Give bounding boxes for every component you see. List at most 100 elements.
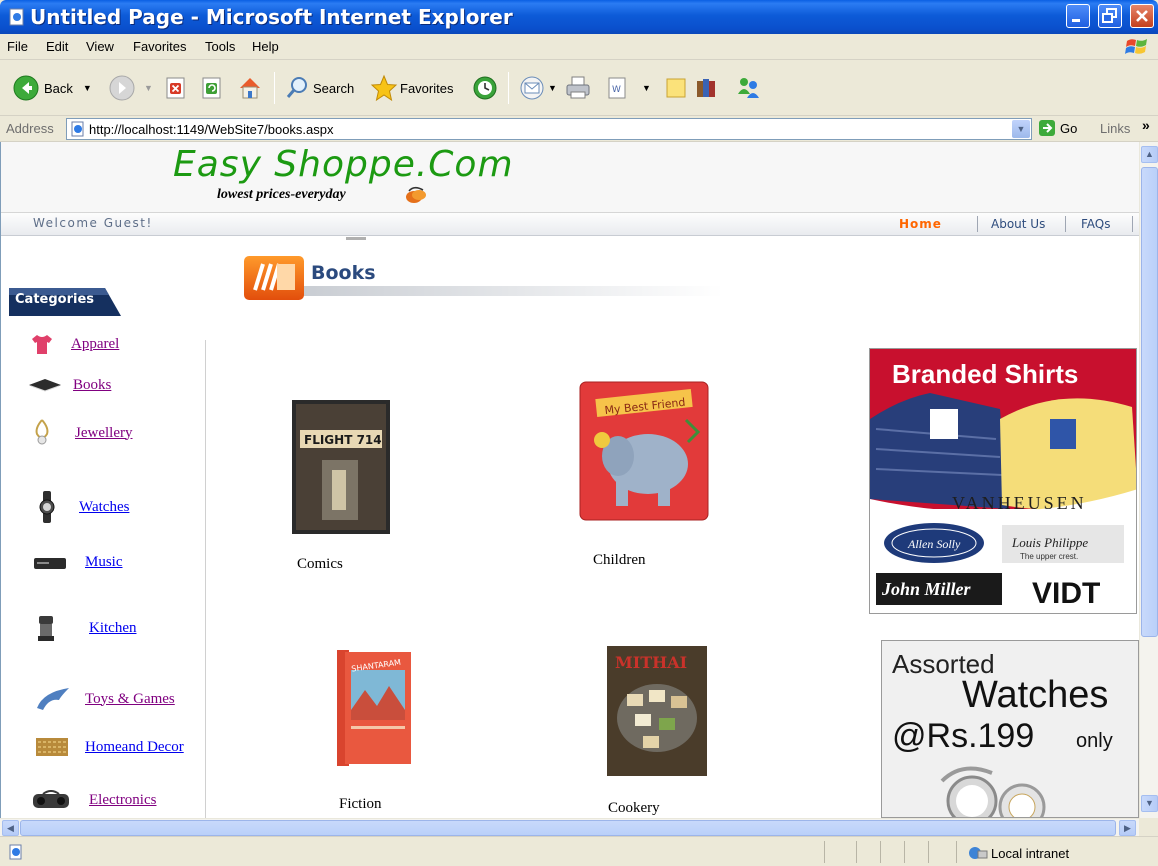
- watch-icon: [39, 491, 55, 523]
- book-label-fiction[interactable]: Fiction: [339, 796, 382, 813]
- status-panel: [856, 841, 857, 863]
- forward-dropdown-icon[interactable]: ▼: [144, 83, 153, 93]
- welcome-message: Welcome Guest!: [33, 216, 153, 230]
- forward-button[interactable]: ▼: [108, 74, 153, 102]
- category-music[interactable]: Music: [33, 554, 123, 571]
- category-homeand-decor[interactable]: Homeand Decor: [35, 736, 184, 758]
- ad-branded-shirts[interactable]: Branded Shirts VANHEUSEN Allen Solly Lou…: [869, 348, 1137, 614]
- category-label[interactable]: Toys & Games: [85, 691, 175, 708]
- menu-edit[interactable]: Edit: [46, 39, 68, 54]
- book-label-cookery[interactable]: Cookery: [608, 800, 660, 817]
- ad-assorted-watches[interactable]: Assorted Watches @Rs.199 only: [881, 640, 1139, 818]
- category-watches[interactable]: Watches: [37, 490, 129, 524]
- menu-bar: File Edit View Favorites Tools Help: [0, 34, 1158, 60]
- category-label[interactable]: Music: [85, 554, 123, 571]
- intranet-zone-icon: [969, 847, 988, 859]
- category-electronics[interactable]: Electronics: [31, 790, 156, 810]
- category-label[interactable]: Electronics: [89, 792, 156, 809]
- window-title: Untitled Page - Microsoft Internet Explo…: [30, 5, 513, 29]
- book-cover-children[interactable]: My Best Friend: [578, 380, 712, 522]
- category-label[interactable]: Books: [73, 377, 111, 394]
- category-label[interactable]: Homeand Decor: [85, 739, 184, 756]
- category-apparel[interactable]: Apparel: [29, 333, 119, 355]
- category-label[interactable]: Apparel: [71, 336, 119, 353]
- links-chevron-icon[interactable]: »: [1142, 117, 1150, 133]
- category-toys-games[interactable]: Toys & Games: [35, 686, 175, 712]
- ad-watches-price: @Rs.199: [892, 717, 1034, 755]
- book-cover-fiction[interactable]: SHANTARAM: [337, 650, 413, 766]
- mail-button[interactable]: ▼: [518, 74, 557, 102]
- search-button[interactable]: Search: [284, 74, 354, 102]
- category-label[interactable]: Jewellery: [75, 425, 132, 442]
- scroll-down-icon[interactable]: ▼: [1141, 795, 1158, 812]
- ie-page-icon: [9, 844, 22, 860]
- minimize-button[interactable]: [1066, 4, 1090, 28]
- scroll-left-icon[interactable]: ◀: [2, 820, 19, 836]
- ad-shirts-artwork: Branded Shirts VANHEUSEN Allen Solly Lou…: [870, 349, 1136, 613]
- research-button[interactable]: [694, 74, 720, 102]
- mail-dropdown-icon[interactable]: ▼: [548, 83, 557, 93]
- vertical-scroll-thumb[interactable]: [1141, 167, 1158, 637]
- edit-button[interactable]: W ▼: [606, 74, 651, 102]
- scroll-right-icon[interactable]: ▶: [1119, 820, 1136, 836]
- maximize-button[interactable]: [1098, 4, 1122, 28]
- category-kitchen[interactable]: Kitchen: [37, 614, 136, 642]
- category-jewellery[interactable]: Jewellery: [31, 418, 132, 448]
- ad-brand-louis-philippe: Louis Philippe: [1011, 535, 1088, 550]
- nav-separator: [1065, 216, 1066, 232]
- menu-view[interactable]: View: [86, 39, 114, 54]
- back-label: Back: [44, 80, 73, 96]
- menu-file[interactable]: File: [7, 39, 28, 54]
- category-label[interactable]: Kitchen: [89, 620, 136, 637]
- book-cover-comics[interactable]: FLIGHT 714: [292, 400, 390, 534]
- home-button[interactable]: [236, 74, 264, 102]
- scrollbar-corner: [1139, 818, 1158, 836]
- nav-about-us[interactable]: About Us: [991, 217, 1045, 231]
- close-button[interactable]: [1130, 4, 1154, 28]
- favorites-label: Favorites: [400, 80, 454, 96]
- stop-button[interactable]: [164, 74, 188, 102]
- restore-icon: [1102, 8, 1117, 23]
- vertical-scrollbar[interactable]: ▲ ▼: [1139, 142, 1158, 818]
- book-label-children[interactable]: Children: [593, 552, 646, 569]
- status-bar: Local intranet: [0, 836, 1158, 866]
- nav-faqs[interactable]: FAQs: [1081, 217, 1111, 231]
- history-button[interactable]: [472, 74, 498, 102]
- messenger-button[interactable]: [734, 74, 762, 102]
- close-icon: [1136, 10, 1148, 22]
- menu-tools[interactable]: Tools: [205, 39, 235, 54]
- cover-title: FLIGHT 714: [304, 433, 382, 447]
- menu-help[interactable]: Help: [252, 39, 279, 54]
- address-dropdown-button[interactable]: ▼: [1012, 120, 1030, 138]
- horizontal-scroll-thumb[interactable]: [20, 820, 1116, 836]
- favorites-button[interactable]: Favorites: [370, 74, 453, 102]
- site-tagline: lowest prices-everyday: [217, 187, 346, 202]
- decor-icon: [36, 738, 68, 756]
- horizontal-scrollbar[interactable]: ◀ ▶: [0, 818, 1139, 836]
- search-icon: [286, 77, 307, 98]
- nav-separator: [977, 216, 978, 232]
- cover-title: MITHAI: [615, 653, 687, 672]
- scroll-up-icon[interactable]: ▲: [1141, 146, 1158, 163]
- site-logo[interactable]: Easy Shoppe.Com: [173, 144, 514, 185]
- book-cover-cookery[interactable]: MITHAI: [605, 642, 711, 780]
- menu-favorites[interactable]: Favorites: [133, 39, 186, 54]
- links-label[interactable]: Links: [1100, 121, 1130, 136]
- refresh-button[interactable]: [200, 74, 224, 102]
- address-url: http://localhost:1149/WebSite7/books.asp…: [89, 122, 334, 137]
- address-bar: Address http://localhost:1149/WebSite7/b…: [0, 116, 1158, 142]
- address-input[interactable]: http://localhost:1149/WebSite7/books.asp…: [66, 118, 1032, 140]
- back-dropdown-icon[interactable]: ▼: [83, 83, 92, 93]
- go-button[interactable]: Go: [1038, 119, 1077, 137]
- back-button[interactable]: Back ▼: [12, 74, 92, 102]
- nav-home[interactable]: Home: [899, 217, 942, 231]
- category-books[interactable]: Books: [27, 376, 111, 394]
- book-label-comics[interactable]: Comics: [297, 556, 343, 573]
- shopping-bag-icon: [406, 186, 426, 203]
- edit-dropdown-icon[interactable]: ▼: [642, 83, 651, 93]
- discuss-button[interactable]: [664, 74, 688, 102]
- refresh-icon: [202, 77, 221, 99]
- print-button[interactable]: [564, 74, 592, 102]
- category-label[interactable]: Watches: [79, 499, 129, 516]
- forward-arrow-icon: [109, 75, 135, 101]
